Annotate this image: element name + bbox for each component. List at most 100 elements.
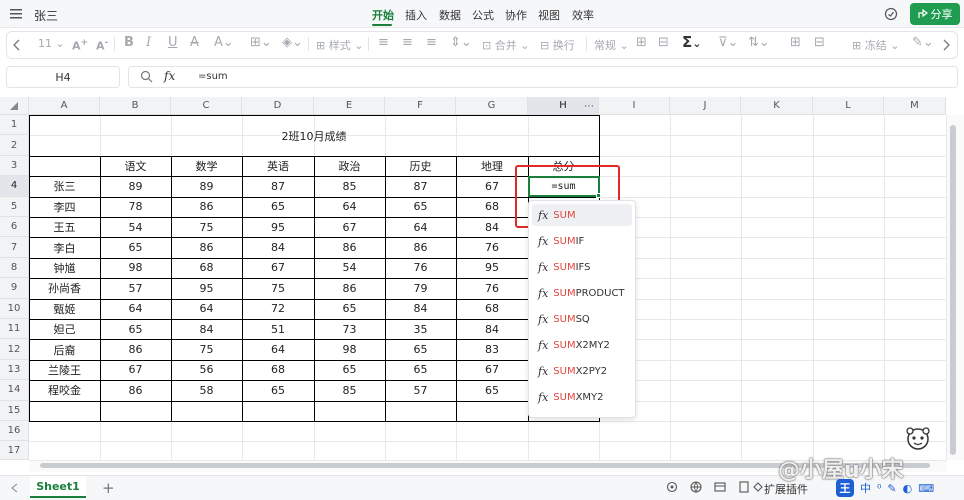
score-cell[interactable]: 86 <box>314 237 385 257</box>
align-center-icon[interactable]: ≡ <box>402 35 413 50</box>
formula-input[interactable] <box>128 66 958 88</box>
column-header-j[interactable]: J <box>670 97 741 115</box>
row-header-10[interactable]: 10 <box>0 298 29 319</box>
tab-collaborate[interactable]: 协作 <box>505 7 527 23</box>
sheet-nav-icon[interactable] <box>10 483 20 493</box>
score-cell[interactable]: 58 <box>171 380 242 400</box>
score-cell[interactable]: 86 <box>171 197 242 217</box>
header-cell[interactable]: 语文 <box>100 156 171 176</box>
cloud-sync-icon[interactable] <box>884 7 898 21</box>
wrap-button[interactable]: ⊟ 换行 <box>540 37 575 53</box>
column-header-e[interactable]: E <box>314 97 385 115</box>
sheet-tab-sheet1[interactable]: Sheet1 <box>30 476 86 498</box>
header-cell[interactable]: 政治 <box>314 156 385 176</box>
header-cell[interactable]: 数学 <box>171 156 242 176</box>
row-header-7[interactable]: 7 <box>0 237 29 258</box>
student-name-cell[interactable]: 妲己 <box>29 319 100 339</box>
row-header-2[interactable]: 2 <box>0 135 29 156</box>
score-cell[interactable]: 67 <box>456 360 528 380</box>
align-left-icon[interactable]: ≡ <box>378 35 389 50</box>
score-cell[interactable]: 56 <box>171 360 242 380</box>
autocomplete-item[interactable]: fx SUM <box>532 204 632 226</box>
autocomplete-item[interactable]: fx SUM X2MY2 <box>532 335 632 357</box>
font-color-icon[interactable]: A⌄ <box>214 35 234 50</box>
score-cell[interactable]: 65 <box>242 380 314 400</box>
score-cell[interactable]: 64 <box>242 339 314 359</box>
filter-icon[interactable]: ⊽⌄ <box>718 35 738 50</box>
column-header-c[interactable]: C <box>171 97 242 115</box>
ime-toolbar[interactable]: 王 中 ⁰ ✎ ◐ ⌨ <box>836 478 960 498</box>
border-icon[interactable]: ⊞⌄ <box>250 35 272 50</box>
column-header-m[interactable]: M <box>884 97 946 115</box>
tab-insert[interactable]: 插入 <box>405 7 427 23</box>
format-painter-icon[interactable]: ✎⌄ <box>912 35 934 50</box>
vertical-align-icon[interactable]: ⇕⌄ <box>450 35 472 50</box>
select-all-corner[interactable] <box>0 97 29 115</box>
row-header-1[interactable]: 1 <box>0 115 29 136</box>
number-format-select[interactable]: 常规 ⌄ <box>594 37 629 53</box>
score-cell[interactable]: 64 <box>385 217 456 237</box>
percent-icon[interactable]: ⊞ <box>636 35 647 50</box>
score-cell[interactable]: 78 <box>100 197 171 217</box>
column-header-b[interactable]: B <box>100 97 171 115</box>
freeze-button[interactable]: ⊞ 冻结 ⌄ <box>852 37 899 53</box>
score-cell[interactable]: 65 <box>385 197 456 217</box>
currency-icon[interactable]: ⊟ <box>658 35 669 50</box>
table-icon[interactable]: ⊟ <box>814 35 825 50</box>
assistant-mascot-icon[interactable] <box>904 426 932 452</box>
student-name-cell[interactable]: 王五 <box>29 217 100 237</box>
score-cell[interactable]: 85 <box>314 380 385 400</box>
autocomplete-item[interactable]: fx SUM IFS <box>532 256 632 278</box>
column-header-g[interactable]: G <box>456 97 528 115</box>
score-cell[interactable]: 98 <box>100 258 171 278</box>
autocomplete-item[interactable]: fx SUM SQ <box>532 308 632 330</box>
row-header-17[interactable]: 17 <box>0 441 29 460</box>
score-cell[interactable]: 72 <box>242 299 314 319</box>
score-cell[interactable]: 76 <box>385 258 456 278</box>
score-cell[interactable]: 64 <box>100 299 171 319</box>
row-header-9[interactable]: 9 <box>0 278 29 299</box>
score-cell[interactable]: 76 <box>456 237 528 257</box>
score-cell[interactable]: 86 <box>171 237 242 257</box>
score-cell[interactable]: 83 <box>456 339 528 359</box>
score-cell[interactable]: 86 <box>100 380 171 400</box>
fill-handle[interactable] <box>596 193 601 198</box>
row-header-12[interactable]: 12 <box>0 339 29 360</box>
student-name-cell[interactable]: 孙尚香 <box>29 278 100 298</box>
score-cell[interactable]: 35 <box>385 319 456 339</box>
student-name-cell[interactable]: 张三 <box>29 176 100 196</box>
score-cell[interactable]: 95 <box>171 278 242 298</box>
score-cell[interactable]: 65 <box>100 237 171 257</box>
header-cell[interactable]: 历史 <box>385 156 456 176</box>
autocomplete-item[interactable]: fx SUM PRODUCT <box>532 282 632 304</box>
column-header-d[interactable]: D <box>242 97 314 115</box>
score-cell[interactable]: 76 <box>456 278 528 298</box>
column-header-l[interactable]: L <box>813 97 884 115</box>
sum-icon[interactable]: Σ⌄ <box>682 33 701 51</box>
globe-icon[interactable] <box>690 481 702 493</box>
score-cell[interactable]: 65 <box>385 339 456 359</box>
name-box[interactable]: H4 <box>6 66 120 88</box>
row-header-11[interactable]: 11 <box>0 319 29 340</box>
score-cell[interactable]: 89 <box>171 176 242 196</box>
score-cell[interactable]: 67 <box>242 258 314 278</box>
tab-start[interactable]: 开始 <box>372 7 394 23</box>
score-cell[interactable]: 89 <box>100 176 171 196</box>
column-options-icon[interactable]: ⋯ <box>584 101 594 112</box>
add-sheet-button[interactable]: + <box>102 479 115 497</box>
score-cell[interactable]: 67 <box>314 217 385 237</box>
strikethrough-icon[interactable]: A̶ <box>190 35 199 50</box>
score-cell[interactable]: 65 <box>242 197 314 217</box>
column-header-i[interactable]: I <box>599 97 670 115</box>
tab-formula[interactable]: 公式 <box>472 7 494 23</box>
student-name-cell[interactable]: 兰陵王 <box>29 360 100 380</box>
sort-icon[interactable]: ⇅⌄ <box>748 35 770 50</box>
header-cell[interactable]: 英语 <box>242 156 314 176</box>
underline-icon[interactable]: U <box>168 35 178 50</box>
score-cell[interactable]: 95 <box>456 258 528 278</box>
merge-button[interactable]: ⊡ 合并 ⌄ <box>482 37 529 53</box>
score-cell[interactable]: 65 <box>314 360 385 380</box>
autocomplete-item[interactable]: fx SUM X2PY2 <box>532 361 632 383</box>
tab-efficiency[interactable]: 效率 <box>572 7 594 23</box>
row-header-4[interactable]: 4 <box>0 176 29 197</box>
